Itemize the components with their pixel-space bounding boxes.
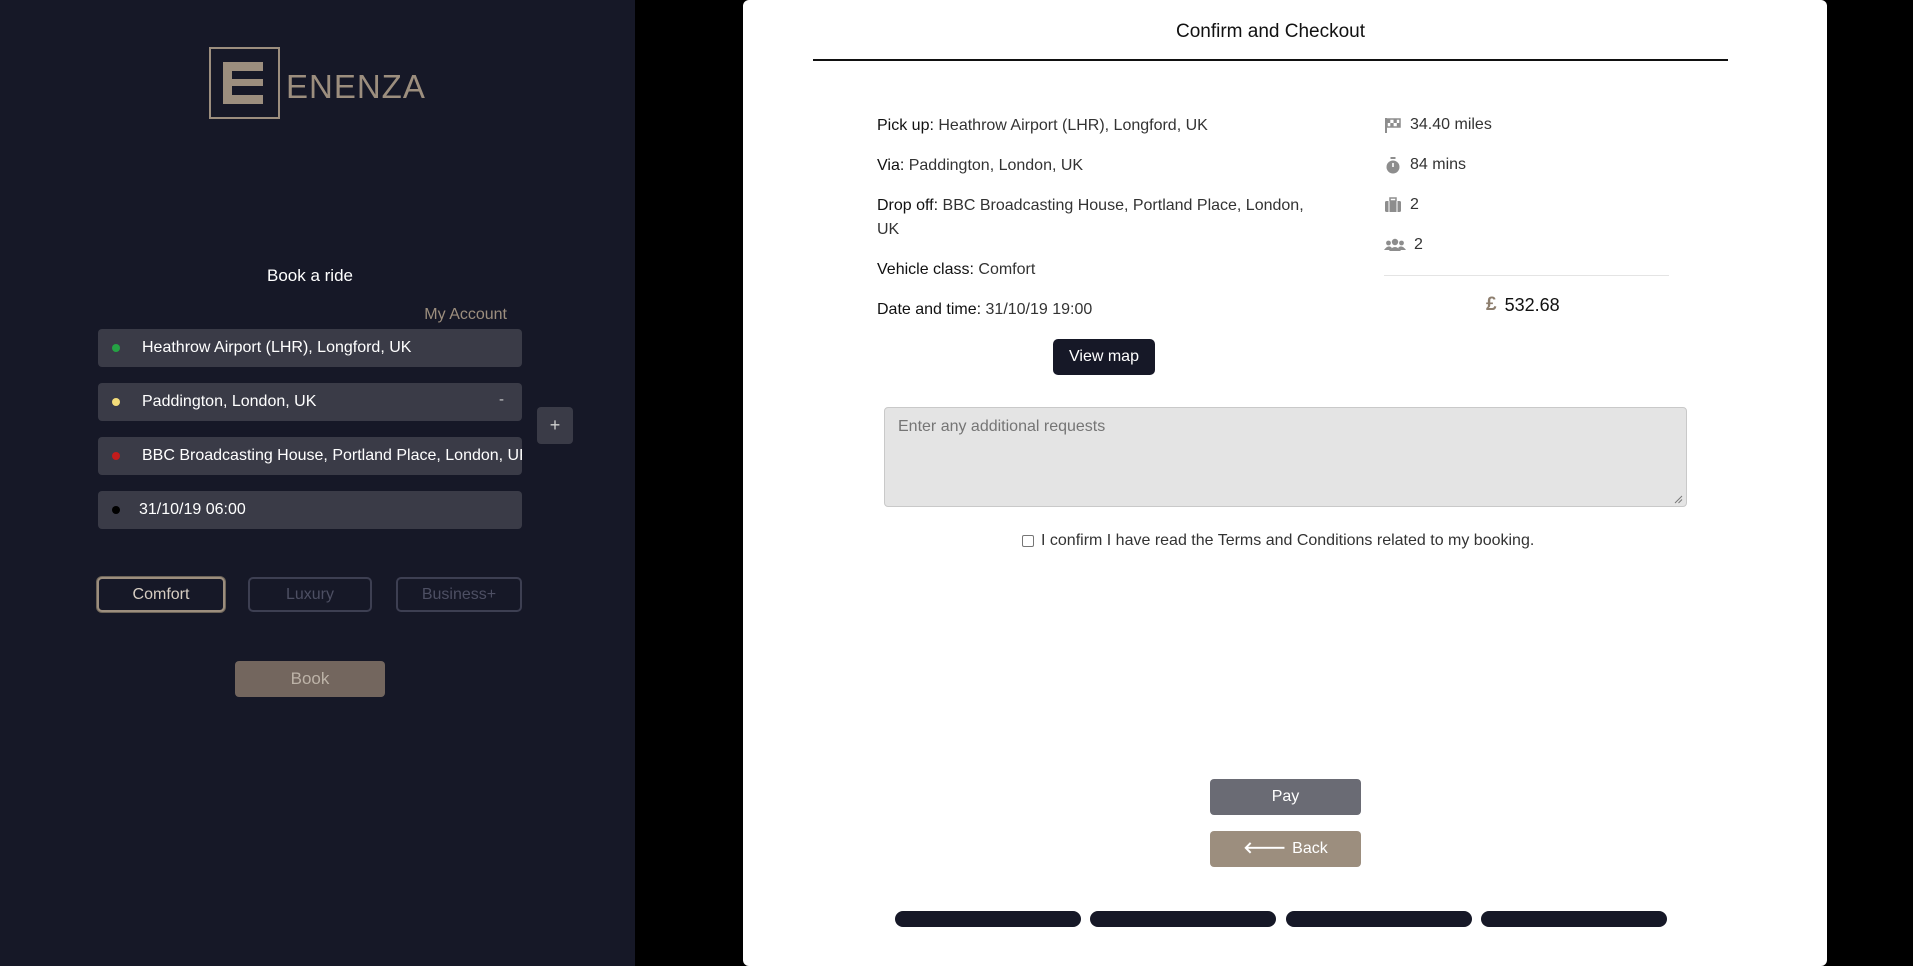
via-value: Paddington, London, UK xyxy=(142,393,317,410)
title-divider xyxy=(813,59,1728,61)
datetime-label: Date and time: xyxy=(877,301,982,318)
progress-step-3 xyxy=(1286,911,1472,927)
back-label: Back xyxy=(1292,840,1328,857)
terms-confirmation: I confirm I have read the Terms and Cond… xyxy=(1022,532,1534,550)
arrow-left-icon: 🡐 xyxy=(1243,840,1287,857)
datetime-detail: Date and time: 31/10/19 19:00 xyxy=(877,298,1092,322)
passengers-value: 2 xyxy=(1414,236,1423,253)
progress-step-4 xyxy=(1481,911,1667,927)
resize-handle-icon[interactable] xyxy=(1674,495,1683,504)
vehicle-label: Vehicle class: xyxy=(877,261,974,278)
via-input[interactable]: Paddington, London, UK - xyxy=(98,383,522,421)
datetime-input[interactable]: 31/10/19 06:00 xyxy=(98,491,522,529)
duration-stat: 84 mins xyxy=(1384,156,1466,174)
add-stop-button[interactable]: + xyxy=(537,407,573,444)
dropoff-value: BBC Broadcasting House, Portland Place, … xyxy=(142,447,522,464)
datetime-dot-icon xyxy=(112,506,120,514)
view-map-button[interactable]: View map xyxy=(1053,339,1155,375)
pay-button[interactable]: Pay xyxy=(1210,779,1361,815)
additional-requests-input[interactable] xyxy=(884,407,1687,507)
dropoff-dot-icon xyxy=(112,452,120,460)
luggage-value: 2 xyxy=(1410,196,1419,213)
pickup-label: Pick up: xyxy=(877,117,934,134)
dropoff-detail: Drop off: BBC Broadcasting House, Portla… xyxy=(877,194,1317,242)
terms-checkbox[interactable] xyxy=(1022,535,1034,547)
suitcase-icon xyxy=(1385,197,1401,212)
distance-value: 34.40 miles xyxy=(1410,116,1492,133)
class-comfort-button[interactable]: Comfort xyxy=(97,577,225,612)
price-value: 532.68 xyxy=(1504,294,1560,315)
book-button[interactable]: Book xyxy=(235,661,385,697)
pickup-detail-value: Heathrow Airport (LHR), Longford, UK xyxy=(938,117,1208,134)
pickup-input[interactable]: Heathrow Airport (LHR), Longford, UK xyxy=(98,329,522,367)
terms-label: I confirm I have read the Terms and Cond… xyxy=(1041,532,1535,549)
duration-value: 84 mins xyxy=(1410,156,1467,173)
vehicle-detail: Vehicle class: Comfort xyxy=(877,258,1035,282)
stopwatch-icon xyxy=(1386,156,1400,173)
total-price: £ 532.68 xyxy=(1486,294,1560,316)
progress-step-2 xyxy=(1090,911,1276,927)
users-icon xyxy=(1384,238,1406,251)
vehicle-detail-value: Comfort xyxy=(978,261,1036,278)
dropoff-input[interactable]: BBC Broadcasting House, Portland Place, … xyxy=(98,437,522,475)
sidebar: ENENZA Book a ride My Account Heathrow A… xyxy=(0,0,635,966)
brand-name: ENENZA xyxy=(286,68,426,105)
logo-mark-icon xyxy=(209,47,280,119)
via-detail: Via: Paddington, London, UK xyxy=(877,154,1083,178)
passengers-stat: 2 xyxy=(1384,236,1423,254)
pickup-value: Heathrow Airport (LHR), Longford, UK xyxy=(142,339,412,356)
pickup-dot-icon xyxy=(112,344,120,352)
back-button[interactable]: 🡐 Back xyxy=(1210,831,1361,867)
class-luxury-button[interactable]: Luxury xyxy=(248,577,372,612)
checkout-panel: Confirm and Checkout Pick up: Heathrow A… xyxy=(743,0,1827,966)
page-title: Confirm and Checkout xyxy=(1175,21,1366,42)
luggage-stat: 2 xyxy=(1384,196,1419,214)
via-dot-icon xyxy=(112,398,120,406)
currency-icon: £ xyxy=(1486,294,1497,315)
via-detail-value: Paddington, London, UK xyxy=(908,157,1084,174)
via-label: Via: xyxy=(877,157,905,174)
stats-divider xyxy=(1384,275,1669,276)
distance-stat: 34.40 miles xyxy=(1384,116,1492,134)
datetime-detail-value: 31/10/19 19:00 xyxy=(985,301,1093,318)
brand-logo: ENENZA xyxy=(209,47,426,119)
dropoff-label: Drop off: xyxy=(877,197,939,214)
my-account-link[interactable]: My Account xyxy=(424,306,507,324)
book-ride-heading: Book a ride xyxy=(267,266,353,285)
class-business-plus-button[interactable]: Business+ xyxy=(396,577,522,612)
dropoff-detail-value: BBC Broadcasting House, Portland Place, … xyxy=(877,197,1304,238)
pickup-detail: Pick up: Heathrow Airport (LHR), Longfor… xyxy=(877,114,1208,138)
remove-via-button[interactable]: - xyxy=(499,391,504,408)
datetime-value: 31/10/19 06:00 xyxy=(139,501,246,518)
flag-checkered-icon xyxy=(1385,118,1401,133)
progress-step-1 xyxy=(895,911,1081,927)
